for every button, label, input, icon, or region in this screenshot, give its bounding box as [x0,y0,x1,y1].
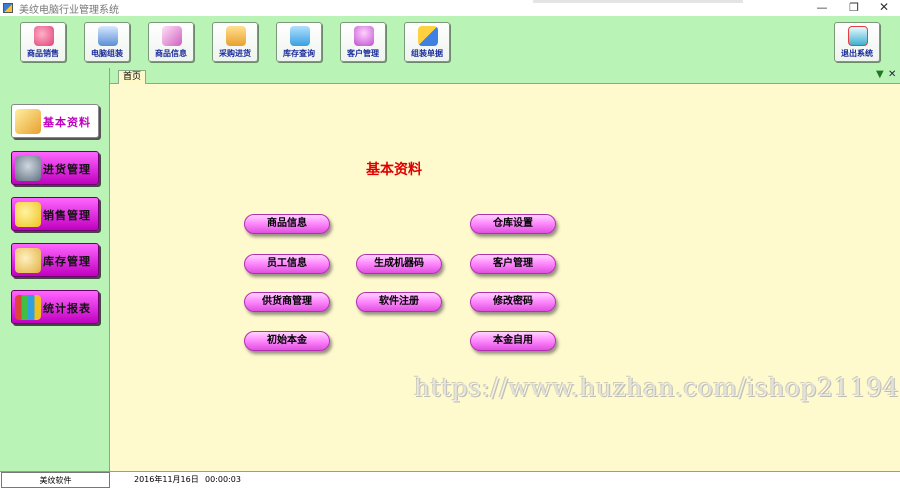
inventory-icon [290,26,310,46]
customer-icon [354,26,374,46]
toolbar-product-info-button[interactable]: 商品信息 [148,22,194,62]
sales-icon [34,26,54,46]
toolbar-exit-button[interactable]: 退出系统 [834,22,880,62]
purchase-icon [226,26,246,46]
tab-dropdown-icon[interactable]: ▼ [876,69,884,80]
product-info-button[interactable]: 商品信息 [244,214,330,234]
main-content: 基本资料 商品信息 仓库设置 员工信息 生成机器码 客户管理 供货商管理 软件注… [110,84,900,471]
report-icon [15,295,41,320]
purchase-manage-icon [15,156,41,181]
window-title: 美纹电脑行业管理系统 [19,4,119,16]
capital-self-use-button[interactable]: 本金自用 [470,331,556,351]
sidebar: 基本资料 进货管理 销售管理 库存管理 统计报表 [0,68,110,471]
close-window-button[interactable]: ✕ [868,0,900,16]
generate-machine-code-button[interactable]: 生成机器码 [356,254,442,274]
change-password-button[interactable]: 修改密码 [470,292,556,312]
status-time: 00:00:03 [205,475,241,484]
tab-bar: 首页 ▼ ✕ [110,68,900,84]
stock-manage-icon [15,248,41,273]
status-date: 2016年11月16日 [134,475,199,484]
toolbar-purchase-button[interactable]: 采购进货 [212,22,258,62]
toolbar-assembly-doc-label: 组装单据 [411,49,443,58]
watermark-text: https://www.huzhan.com/ishop21194 [414,373,900,402]
sidebar-item-basic-data[interactable]: 基本资料 [11,104,99,138]
toolbar-inventory-label: 库存查询 [283,49,315,58]
initial-capital-button[interactable]: 初始本金 [244,331,330,351]
toolbar-assembly-button[interactable]: 电脑组装 [84,22,130,62]
toolbar-exit-label: 退出系统 [841,49,873,58]
minimize-button[interactable]: — [806,0,838,16]
sidebar-item-sales[interactable]: 销售管理 [11,197,99,231]
supplier-manage-button[interactable]: 供货商管理 [244,292,330,312]
exit-icon [848,26,868,46]
page-title: 基本资料 [366,162,422,178]
toolbar-purchase-label: 采购进货 [219,49,251,58]
software-register-button[interactable]: 软件注册 [356,292,442,312]
restore-button[interactable]: ❐ [838,0,870,16]
app-icon [3,3,13,13]
customer-manage-button[interactable]: 客户管理 [470,254,556,274]
sidebar-item-label: 统计报表 [43,302,91,315]
sidebar-item-label: 销售管理 [43,209,91,222]
status-bar: 美纹软件 2016年11月16日 00:00:03 [0,471,900,488]
title-bar: 美纹电脑行业管理系统 — ❐ ✕ [0,0,900,16]
toolbar-sales-label: 商品销售 [27,49,59,58]
toolbar-customer-label: 客户管理 [347,49,379,58]
toolbar: 商品销售 电脑组装 商品信息 采购进货 库存查询 客户管理 组装单据 退出系统 [0,16,900,68]
tab-home[interactable]: 首页 [118,70,147,84]
sidebar-item-label: 基本资料 [43,116,91,129]
computer-icon [98,26,118,46]
employee-info-button[interactable]: 员工信息 [244,254,330,274]
sidebar-item-label: 库存管理 [43,255,91,268]
sidebar-item-label: 进货管理 [43,163,91,176]
toolbar-inventory-button[interactable]: 库存查询 [276,22,322,62]
product-info-icon [162,26,182,46]
basic-data-icon [15,109,41,134]
tab-close-icon[interactable]: ✕ [888,69,896,80]
title-bar-blank [533,0,743,3]
warehouse-settings-button[interactable]: 仓库设置 [470,214,556,234]
toolbar-sales-button[interactable]: 商品销售 [20,22,66,62]
toolbar-customer-button[interactable]: 客户管理 [340,22,386,62]
sidebar-item-stock[interactable]: 库存管理 [11,243,99,277]
toolbar-assembly-label: 电脑组装 [91,49,123,58]
status-company: 美纹软件 [1,472,110,488]
sales-manage-icon [15,202,41,227]
sidebar-item-report[interactable]: 统计报表 [11,290,99,324]
toolbar-product-info-label: 商品信息 [155,49,187,58]
toolbar-assembly-doc-button[interactable]: 组装单据 [404,22,450,62]
assembly-doc-icon [418,26,438,46]
sidebar-item-purchase[interactable]: 进货管理 [11,151,99,185]
